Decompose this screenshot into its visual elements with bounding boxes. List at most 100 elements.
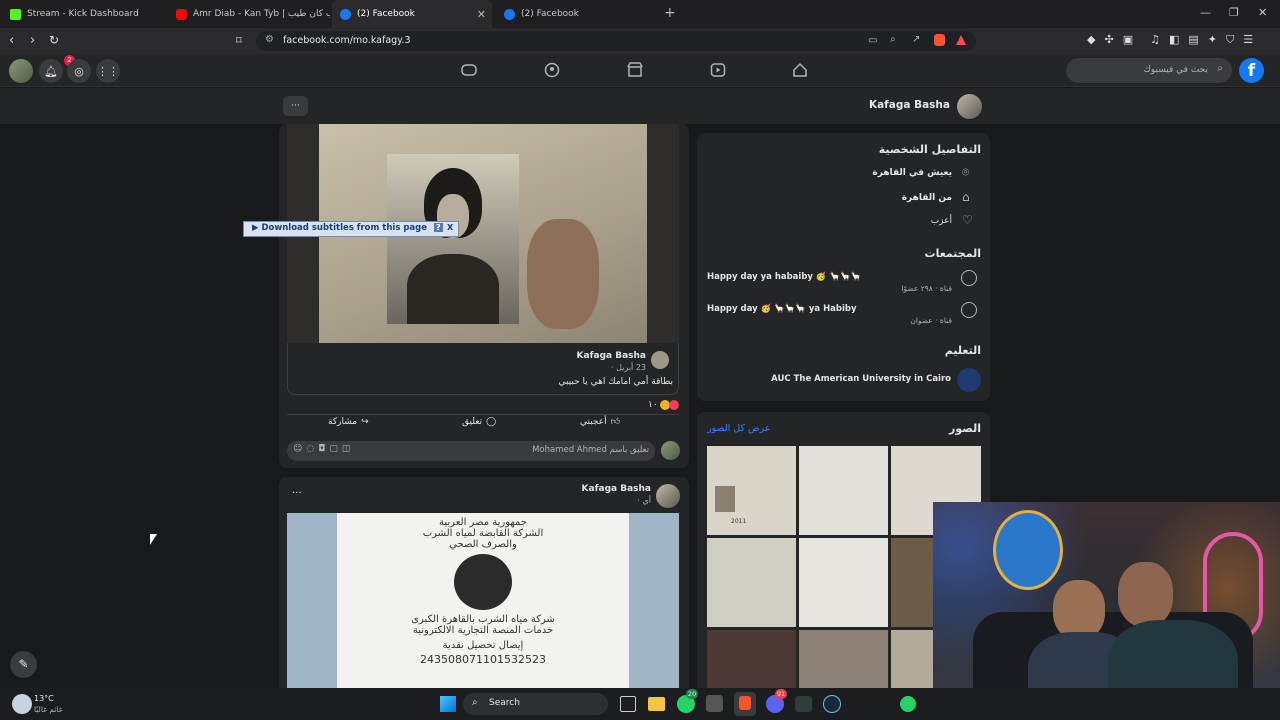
photo-thumbnail[interactable]	[799, 538, 888, 627]
gaming-icon[interactable]	[458, 59, 480, 81]
file-explorer-icon[interactable]	[648, 697, 665, 711]
tab-facebook[interactable]: (2) Facebook	[496, 0, 656, 28]
notifications-icon[interactable]: 🔔︎	[39, 59, 63, 83]
zoom-icon[interactable]: ⌕	[890, 34, 896, 45]
comment-button[interactable]: تعليق ◯	[462, 417, 522, 427]
subtitle-close-button[interactable]: X	[447, 223, 453, 232]
close-window-icon[interactable]: ✕	[1258, 6, 1267, 19]
post-more-button[interactable]: ···	[292, 488, 302, 499]
app-icon[interactable]	[706, 695, 723, 712]
brave-shield-icon[interactable]	[934, 34, 945, 46]
like-button[interactable]: أعجبني 👍︎	[580, 417, 640, 427]
weather-icon[interactable]	[12, 694, 32, 714]
taskbar-search[interactable]: ⌕ Search	[463, 693, 608, 715]
steam-icon[interactable]	[823, 695, 841, 713]
community-name[interactable]: Happy day ya habaiby 🥳 🦙🦙🦙	[707, 272, 952, 282]
reaction-count: ١٠	[648, 400, 658, 410]
photo-caption: 2011	[731, 518, 747, 525]
comment-tool-icons[interactable]: ☺◌◘▢◫	[293, 444, 354, 454]
maximize-icon[interactable]: ❐	[1229, 6, 1239, 19]
tab-facebook-active[interactable]: (2) Facebook ✕	[332, 0, 492, 28]
post-date[interactable]: أي ·	[540, 496, 651, 505]
brave-rewards-icon[interactable]	[956, 35, 966, 45]
vpn-icon[interactable]: ⛉	[1226, 33, 1234, 47]
shared-post-date[interactable]: 23 أبريل ·	[540, 363, 646, 372]
leo-icon[interactable]: ✦	[1208, 33, 1217, 47]
cast-icon[interactable]: ▭	[868, 35, 877, 46]
weather-desc[interactable]: غائم غالبًا	[34, 705, 63, 714]
community-icon	[961, 270, 977, 286]
start-icon[interactable]	[440, 696, 456, 712]
whatsapp-tray-icon[interactable]	[900, 696, 916, 712]
receipt-paper: جمهورية مصر العربية الشركة القابضة لمياه…	[337, 513, 629, 688]
new-message-button[interactable]: ✎	[10, 651, 37, 678]
photo-thumbnail[interactable]	[707, 630, 796, 688]
terminal-icon[interactable]	[795, 696, 812, 712]
sidebar-icon[interactable]: ◧	[1169, 33, 1179, 47]
site-settings-icon[interactable]: ⚙	[265, 34, 274, 45]
bookmark-icon[interactable]: ⌑	[236, 34, 242, 47]
comment-icon: ◯	[486, 417, 497, 427]
photo-thumbnail[interactable]	[799, 446, 888, 535]
profile-name[interactable]: Kafaga Basha	[860, 99, 950, 111]
messenger-icon[interactable]: ◎	[67, 59, 91, 83]
menu-grid-icon[interactable]: ⋮⋮	[96, 59, 120, 83]
brave-taskbar-button[interactable]	[734, 692, 756, 716]
menu-icon[interactable]: ☰	[1243, 33, 1253, 47]
photo-thumbnail[interactable]	[707, 538, 796, 627]
see-all-photos-link[interactable]: عرض كل الصور	[707, 423, 770, 434]
new-tab-button[interactable]: +	[664, 5, 676, 21]
profile-more-button[interactable]: ···	[283, 96, 308, 116]
browser-tab-bar: Stream - Kick Dashboard Amr Diab - Kan T…	[0, 0, 1280, 28]
subtitle-download-label[interactable]: ▶ Download subtitles from this page	[252, 223, 427, 233]
comment-label: تعليق	[462, 417, 483, 427]
tab-kick[interactable]: Stream - Kick Dashboard	[2, 0, 166, 28]
groups-icon[interactable]	[541, 59, 563, 81]
subtitle-download-bar[interactable]: ▶ Download subtitles from this page ? X	[243, 221, 459, 237]
weather-temp[interactable]: 13°C	[34, 694, 54, 703]
receipt-line: والصرف الصحي	[449, 539, 517, 550]
discord-badge: 91	[775, 689, 787, 699]
reaction-summary[interactable]: ١٠	[648, 400, 679, 410]
search-icon: ⌕	[1217, 63, 1223, 74]
minimize-icon[interactable]: —	[1200, 6, 1211, 19]
profile-avatar[interactable]	[957, 94, 982, 119]
close-tab-icon[interactable]: ✕	[477, 8, 486, 21]
watch-icon[interactable]	[707, 59, 729, 81]
receipt-line: جمهورية مصر العربية	[439, 517, 527, 528]
music-icon[interactable]: ♫	[1150, 33, 1160, 47]
taskbar-search-label: Search	[489, 698, 520, 708]
photo-thumbnail[interactable]	[799, 630, 888, 688]
facebook-logo-icon[interactable]: f	[1239, 58, 1264, 83]
post-author-avatar[interactable]	[656, 484, 680, 508]
post-photo-receipt[interactable]: جمهورية مصر العربية الشركة القابضة لمياه…	[287, 513, 679, 688]
share-icon[interactable]: ↗	[912, 34, 920, 45]
person-face	[1118, 562, 1173, 627]
subtitle-help-button[interactable]: ?	[434, 223, 443, 232]
education-school[interactable]: AUC The American University in Cairo	[760, 374, 951, 384]
comment-input[interactable]: تعليق باسم Mohamed Ahmed ☺◌◘▢◫	[287, 441, 655, 461]
shared-author-name[interactable]: Kafaga Basha	[540, 351, 646, 361]
community-name[interactable]: Happy day 🥳 🦙🦙🦙 ya Habiby	[707, 304, 952, 314]
forward-icon[interactable]: ›	[30, 33, 35, 48]
share-button[interactable]: مشاركة ↪	[328, 417, 388, 427]
task-view-icon[interactable]	[620, 696, 636, 712]
photo-thumbnail[interactable]: 2011	[707, 446, 796, 535]
url-field[interactable]: ⚙ facebook.com/mo.kafagy.3 ▭ ⌕ ↗	[256, 31, 976, 51]
streamer-logo	[993, 510, 1063, 590]
puzzle-icon[interactable]: ✣	[1104, 33, 1113, 47]
facebook-search-input[interactable]: بحث في فيسبوك ⌕	[1066, 58, 1232, 83]
location-pin-icon: ⌾	[962, 165, 970, 179]
reload-icon[interactable]: ↻	[49, 33, 59, 47]
account-avatar[interactable]	[9, 59, 33, 83]
tab-youtube[interactable]: Amr Diab - Kan Tyb | عمرو دياب كان طيب	[168, 0, 330, 28]
wallet-icon[interactable]: ▤	[1188, 33, 1198, 47]
marketplace-icon[interactable]	[624, 59, 646, 81]
post-author-name[interactable]: Kafaga Basha	[540, 484, 651, 494]
receipt-line: خدمات المنصة التجارية الالكترونية	[412, 625, 554, 636]
home-icon[interactable]	[789, 59, 811, 81]
back-icon[interactable]: ‹	[9, 33, 14, 48]
extension-icon[interactable]: ◆	[1087, 33, 1095, 47]
intro-heading: التفاصيل الشخصية	[878, 143, 981, 156]
screenshot-icon[interactable]: ▣	[1123, 33, 1133, 47]
